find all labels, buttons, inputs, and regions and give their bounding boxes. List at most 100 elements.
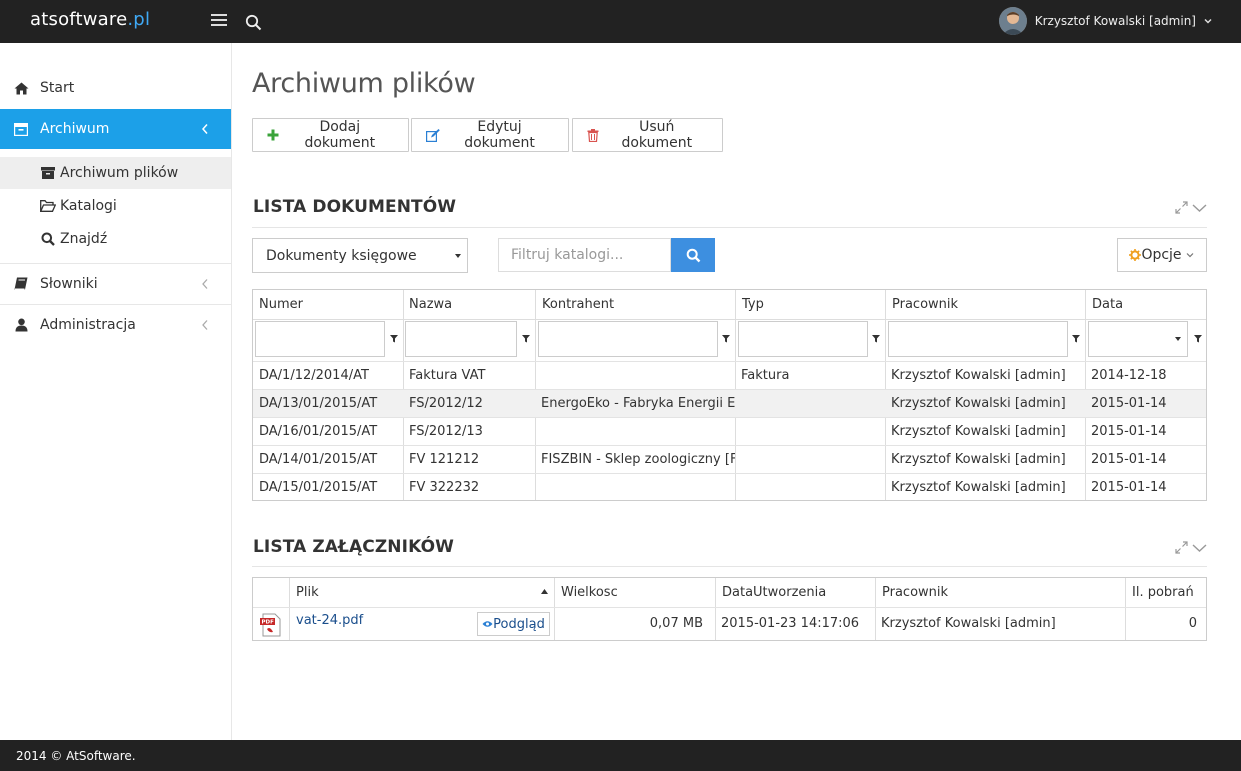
avatar (998, 7, 1027, 35)
filter-icon[interactable] (1194, 335, 1202, 343)
collapse-chevron-icon[interactable] (1192, 541, 1207, 554)
search-icon (40, 231, 56, 247)
user-icon (13, 317, 29, 333)
column-header-kontrahent[interactable]: Kontrahent (542, 297, 614, 312)
sidebar-item-archiwum[interactable]: Archiwum (0, 109, 231, 149)
delete-document-button[interactable]: Usuń dokument (572, 118, 723, 152)
cell-pracownik: Krzysztof Kowalski [admin] (891, 452, 1066, 467)
filter-placeholder: Filtruj katalogi... (511, 247, 624, 263)
filter-search-button[interactable] (671, 238, 715, 272)
cell-downloads: 0 (1188, 616, 1197, 631)
top-navbar: atsoftware.pl Krzysztof Kowalski [admin] (0, 0, 1241, 43)
column-header-il-pobran[interactable]: Il. pobrań (1132, 585, 1194, 600)
button-label: Usuń dokument (621, 119, 693, 151)
collapse-chevron-icon[interactable] (1192, 201, 1207, 214)
chevron-left-icon (201, 124, 208, 134)
filter-numer-input[interactable] (255, 321, 385, 357)
column-header-numer[interactable]: Numer (259, 297, 303, 312)
attachments-table: Plik Wielkosc DataUtworzenia Pracownik I… (252, 577, 1207, 641)
sidebar-subitem-katalogi[interactable]: Katalogi (0, 190, 231, 222)
column-header-plik[interactable]: Plik (296, 585, 319, 600)
table-row[interactable]: DA/13/01/2015/AT FS/2012/12 EnergoEko - … (253, 389, 1206, 417)
sort-asc-icon[interactable] (541, 589, 548, 594)
caret-down-icon (1175, 337, 1181, 341)
filter-kontrahent-input[interactable] (538, 321, 718, 357)
search-icon (686, 248, 700, 262)
cell-data: 2015-01-14 (1091, 396, 1167, 411)
filter-icon[interactable] (722, 335, 730, 343)
column-header-pracownik[interactable]: Pracownik (892, 297, 958, 312)
sidebar-item-slowniki[interactable]: Słowniki (0, 264, 231, 304)
gear-icon (1129, 249, 1142, 261)
expand-icon[interactable] (1175, 541, 1188, 554)
cell-data: 2015-01-14 (1091, 424, 1167, 439)
cell-data: 2014-12-18 (1091, 368, 1167, 383)
cell-typ (735, 446, 885, 473)
filter-typ-input[interactable] (738, 321, 868, 357)
cell-kontrahent: EnergoEko - Fabryka Energii Ekologicznej (541, 396, 735, 411)
file-link[interactable]: vat-24.pdf (296, 613, 363, 628)
cell-nazwa: FV 322232 (409, 480, 480, 495)
sidebar-item-start[interactable]: Start (0, 68, 231, 108)
sidebar-item-label: Archiwum (40, 121, 110, 137)
column-header-typ[interactable]: Typ (742, 297, 764, 312)
add-document-button[interactable]: Dodaj dokument (252, 118, 409, 152)
options-button[interactable]: Opcje (1117, 238, 1207, 272)
menu-toggle-icon[interactable] (211, 14, 227, 28)
filter-nazwa-input[interactable] (405, 321, 517, 357)
chevron-left-icon (202, 320, 208, 330)
preview-button[interactable]: Podgląd (477, 612, 550, 636)
sidebar-subitem-znajdz[interactable]: Znajdź (0, 223, 231, 255)
table-row[interactable]: DA/1/12/2014/AT Faktura VAT Faktura Krzy… (253, 361, 1206, 389)
edit-icon (426, 128, 440, 142)
table-row[interactable]: PDF vat-24.pdf Podgląd 0,07 MB 2015-01-2… (253, 607, 1206, 640)
column-header-datautworzenia[interactable]: DataUtworzenia (722, 585, 826, 600)
table-row[interactable]: DA/15/01/2015/AT FV 322232 Krzysztof Kow… (253, 473, 1206, 501)
sidebar: Start Archiwum Archiwum plików Katalogi … (0, 43, 232, 740)
archive-icon (13, 121, 29, 137)
section-tools (1175, 201, 1207, 215)
sidebar-subitem-archiwum-plikow[interactable]: Archiwum plików (0, 157, 231, 189)
footer-text: 2014 © AtSoftware. (16, 748, 136, 763)
column-header-pracownik[interactable]: Pracownik (882, 585, 948, 600)
document-type-select[interactable]: Dokumenty księgowe (252, 238, 468, 273)
filter-icon[interactable] (390, 335, 398, 343)
cell-kontrahent (535, 362, 735, 389)
search-icon[interactable] (245, 14, 262, 31)
sidebar-item-administracja[interactable]: Administracja (0, 305, 231, 345)
table-row[interactable]: DA/14/01/2015/AT FV 121212 FISZBIN - Skl… (253, 445, 1206, 473)
archive-box-icon (40, 165, 56, 181)
cell-typ (735, 390, 885, 417)
cell-numer: DA/14/01/2015/AT (259, 452, 378, 467)
filter-data-select[interactable] (1088, 321, 1188, 357)
cell-pracownik: Krzysztof Kowalski [admin] (891, 480, 1066, 495)
user-menu[interactable]: Krzysztof Kowalski [admin] (998, 6, 1213, 36)
expand-icon[interactable] (1175, 201, 1188, 214)
home-icon (13, 80, 29, 96)
brand-logo[interactable]: atsoftware.pl (30, 9, 150, 30)
column-header-data[interactable]: Data (1092, 297, 1123, 312)
filter-icon[interactable] (522, 335, 530, 343)
sidebar-item-label: Administracja (40, 317, 136, 333)
cell-kontrahent (535, 418, 735, 445)
catalog-filter-input[interactable]: Filtruj katalogi... (498, 238, 671, 272)
filter-icon[interactable] (1072, 335, 1080, 343)
cell-pracownik: Krzysztof Kowalski [admin] (891, 368, 1066, 383)
user-name: Krzysztof Kowalski [admin] (1034, 14, 1196, 28)
filter-pracownik-input[interactable] (888, 321, 1068, 357)
sidebar-subitem-label: Archiwum plików (60, 165, 179, 181)
svg-text:PDF: PDF (262, 620, 275, 626)
edit-document-button[interactable]: Edytuj dokument (411, 118, 569, 152)
column-header-wielkosc[interactable]: Wielkosc (561, 585, 618, 600)
column-header-nazwa[interactable]: Nazwa (409, 297, 452, 312)
cell-pracownik: Krzysztof Kowalski [admin] (891, 424, 1066, 439)
cell-data: 2015-01-14 (1091, 480, 1167, 495)
pdf-file-icon[interactable]: PDF (259, 613, 283, 637)
chevron-down-icon (1204, 18, 1212, 24)
cell-typ (735, 474, 885, 501)
footer: 2014 © AtSoftware. (0, 740, 1241, 771)
button-label: Edytuj dokument (464, 119, 535, 151)
preview-label: Podgląd (493, 616, 545, 632)
filter-icon[interactable] (872, 335, 880, 343)
table-row[interactable]: DA/16/01/2015/AT FS/2012/13 Krzysztof Ko… (253, 417, 1206, 445)
